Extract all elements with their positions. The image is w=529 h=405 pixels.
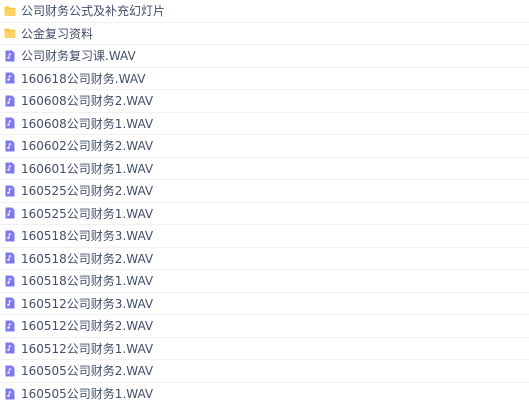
audio-file-icon — [4, 50, 16, 62]
file-name: 160518公司财务3.WAV — [21, 227, 153, 244]
folder-row[interactable]: 公金复习资料 — [0, 23, 529, 46]
file-list: 公司财务公式及补充幻灯片公金复习资料公司财务复习课.WAV 160618公司财务.… — [0, 0, 529, 403]
file-row[interactable]: 160525公司财务1.WAV — [0, 203, 529, 226]
file-name: 160518公司财务2.WAV — [21, 250, 153, 267]
file-row[interactable]: 160518公司财务1.WAV — [0, 270, 529, 293]
file-row[interactable]: 160601公司财务1.WAV — [0, 158, 529, 181]
file-name: 160608公司财务2.WAV — [21, 92, 153, 109]
file-name: 160518公司财务1.WAV — [21, 272, 153, 289]
audio-file-icon — [4, 320, 16, 332]
file-row[interactable]: 160525公司财务2.WAV — [0, 180, 529, 203]
audio-file-icon — [4, 252, 16, 264]
file-row[interactable]: 公司财务复习课.WAV — [0, 45, 529, 68]
file-row[interactable]: 160602公司财务2.WAV — [0, 135, 529, 158]
audio-file-icon — [4, 185, 16, 197]
file-name: 160512公司财务1.WAV — [21, 340, 153, 357]
file-row[interactable]: 160518公司财务3.WAV — [0, 225, 529, 248]
file-name: 160608公司财务1.WAV — [21, 115, 153, 132]
audio-file-icon — [4, 72, 16, 84]
file-row[interactable]: 160518公司财务2.WAV — [0, 248, 529, 271]
audio-file-icon — [4, 162, 16, 174]
file-name: 160512公司财务2.WAV — [21, 317, 153, 334]
file-row[interactable]: 160512公司财务2.WAV — [0, 315, 529, 338]
audio-file-icon — [4, 230, 16, 242]
file-row[interactable]: 160512公司财务3.WAV — [0, 293, 529, 316]
file-name: 公司财务复习课.WAV — [21, 47, 136, 64]
folder-name: 公金复习资料 — [21, 25, 93, 42]
file-row[interactable]: 160608公司财务1.WAV — [0, 113, 529, 136]
file-name: 160525公司财务2.WAV — [21, 182, 153, 199]
file-name: 160618公司财务.WAV — [21, 70, 145, 87]
audio-file-icon — [4, 297, 16, 309]
file-name: 160602公司财务2.WAV — [21, 137, 153, 154]
folder-icon — [4, 5, 16, 17]
folder-icon — [4, 27, 16, 39]
audio-file-icon — [4, 207, 16, 219]
file-name: 160512公司财务3.WAV — [21, 295, 153, 312]
file-row[interactable]: 160505公司财务1.WAV — [0, 383, 529, 405]
file-row[interactable]: 160505公司财务2.WAV — [0, 360, 529, 383]
file-name: 160505公司财务1.WAV — [21, 385, 153, 402]
file-row[interactable]: 160608公司财务2.WAV — [0, 90, 529, 113]
audio-file-icon — [4, 342, 16, 354]
file-name: 160601公司财务1.WAV — [21, 160, 153, 177]
audio-file-icon — [4, 365, 16, 377]
file-row[interactable]: 160512公司财务1.WAV — [0, 338, 529, 361]
audio-file-icon — [4, 388, 16, 400]
folder-name: 公司财务公式及补充幻灯片 — [21, 2, 165, 19]
file-row[interactable]: 160618公司财务.WAV — [0, 68, 529, 91]
audio-file-icon — [4, 117, 16, 129]
audio-file-icon — [4, 140, 16, 152]
audio-file-icon — [4, 275, 16, 287]
file-name: 160525公司财务1.WAV — [21, 205, 153, 222]
audio-file-icon — [4, 95, 16, 107]
folder-row[interactable]: 公司财务公式及补充幻灯片 — [0, 0, 529, 23]
file-name: 160505公司财务2.WAV — [21, 362, 153, 379]
